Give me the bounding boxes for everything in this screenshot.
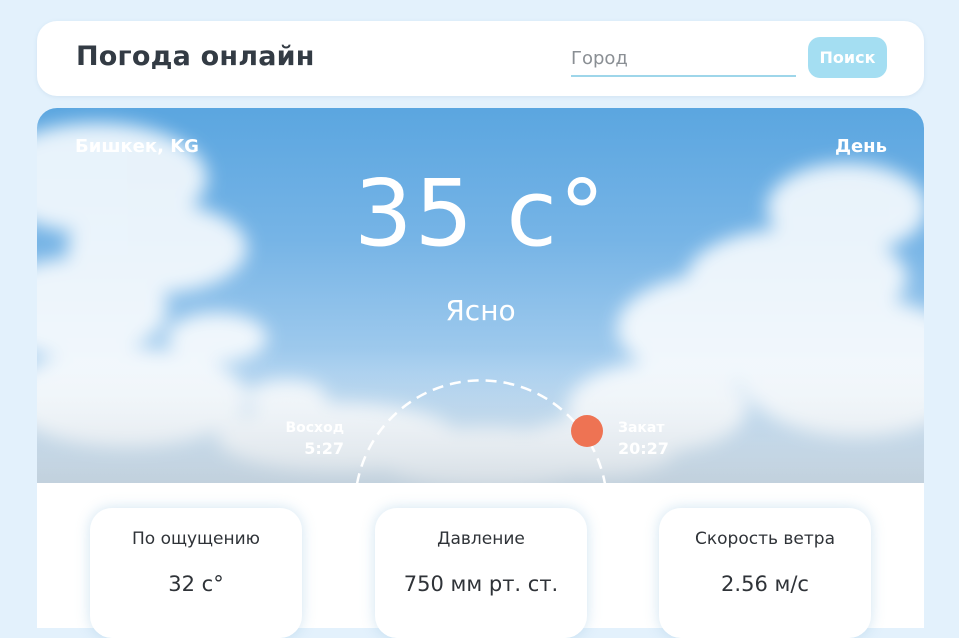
condition-label: Ясно <box>445 294 516 327</box>
pressure-value: 750 мм рт. ст. <box>403 572 559 596</box>
sunset-info: Закат 20:27 <box>618 420 688 458</box>
sunrise-info: Восход 5:27 <box>277 420 344 458</box>
wind-speed-card: Скорость ветра 2.56 м/с <box>659 508 871 638</box>
sunrise-time: 5:27 <box>304 439 344 458</box>
app-title: Погода онлайн <box>76 41 315 72</box>
sun-icon <box>571 415 603 447</box>
wind-speed-label: Скорость ветра <box>695 529 835 549</box>
location-label: Бишкек, KG <box>75 136 199 157</box>
sunset-time: 20:27 <box>618 439 669 458</box>
feels-like-card: По ощущению 32 с° <box>90 508 302 638</box>
feels-like-label: По ощущению <box>131 529 260 549</box>
pressure-card: Давление 750 мм рт. ст. <box>375 508 587 638</box>
sky-background: Бишкек, KG День 35 с° Ясно Восход 5:27 З… <box>37 108 924 483</box>
header-bar: Погода онлайн Поиск <box>37 21 924 96</box>
city-search-input[interactable] <box>571 41 796 77</box>
wind-speed-value: 2.56 м/с <box>721 572 809 596</box>
daytime-label: День <box>834 136 887 157</box>
pressure-label: Давление <box>437 529 525 549</box>
temperature-value: 35 с° <box>354 160 607 267</box>
search-button[interactable]: Поиск <box>808 37 887 78</box>
sunrise-label: Восход <box>285 420 344 436</box>
feels-like-value: 32 с° <box>168 572 224 596</box>
sunset-label: Закат <box>618 420 665 436</box>
